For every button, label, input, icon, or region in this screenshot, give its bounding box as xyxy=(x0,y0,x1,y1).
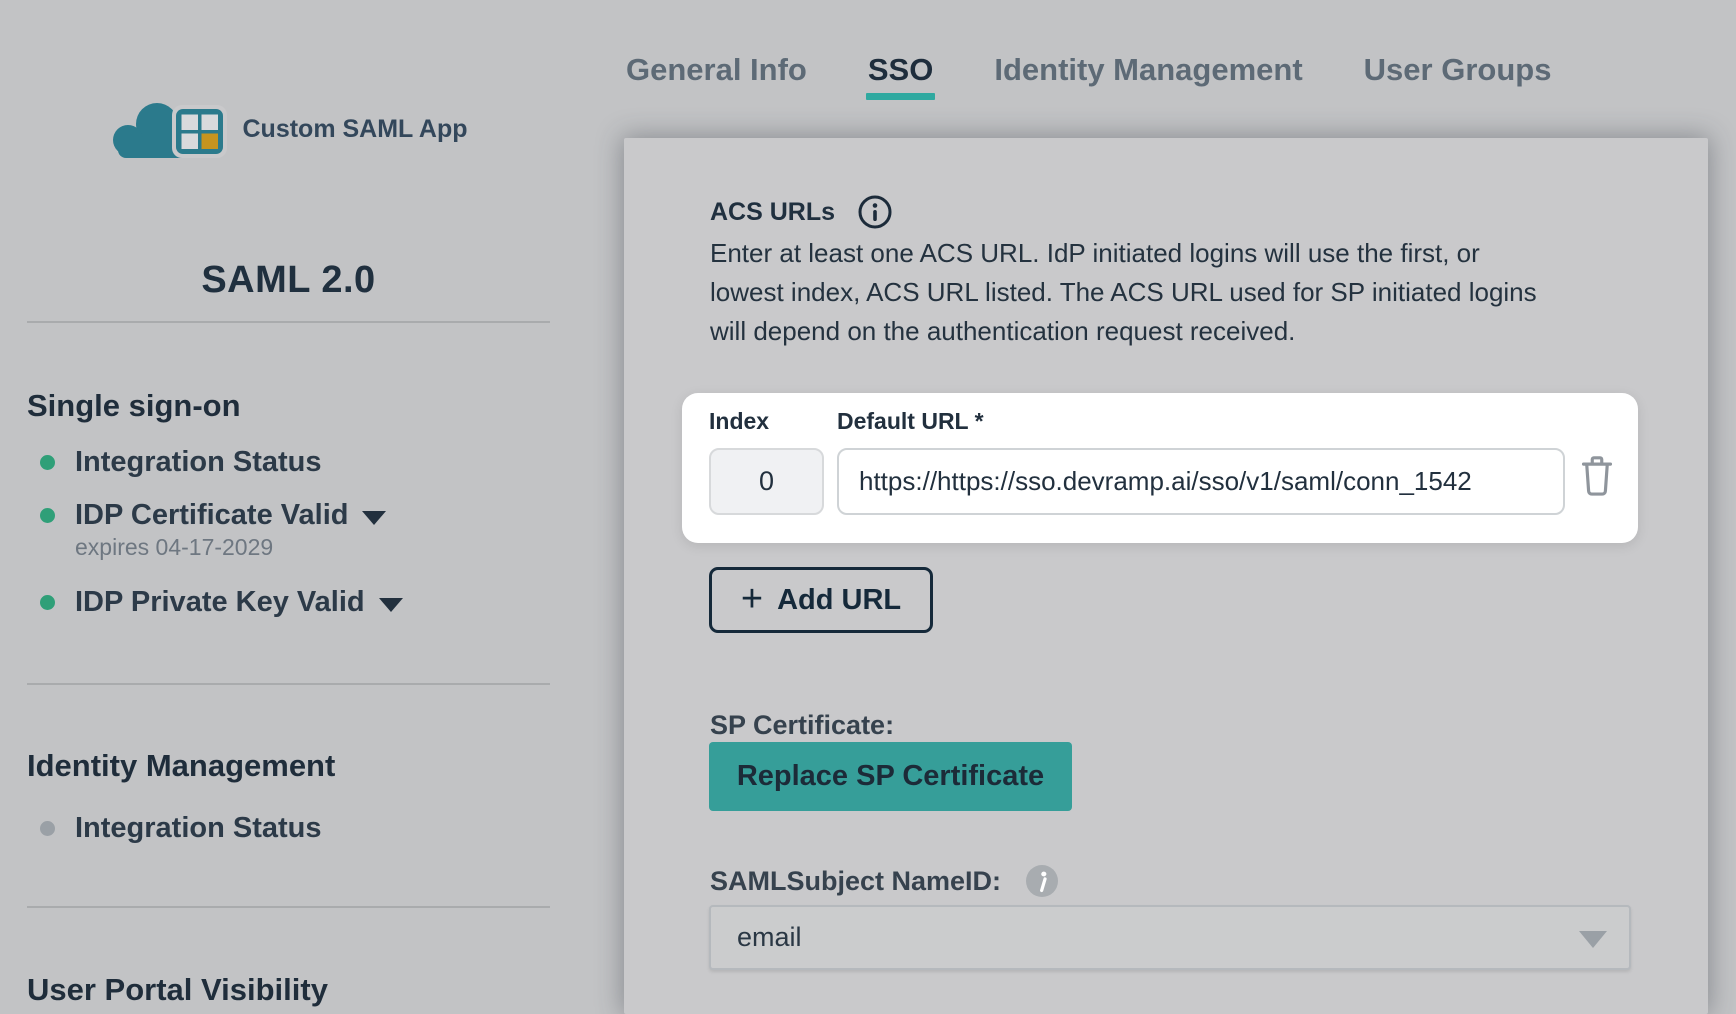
acs-url-row-card: Index Default URL * xyxy=(682,393,1638,543)
replace-sp-certificate-button[interactable]: Replace SP Certificate xyxy=(709,742,1072,811)
default-url-input[interactable] xyxy=(837,448,1565,515)
sidebar-item-integration-status-identity[interactable]: Integration Status xyxy=(27,812,322,845)
trash-icon xyxy=(1578,453,1616,499)
sidebar-item-label: IDP Certificate Valid xyxy=(75,499,348,532)
status-dot-gray-icon xyxy=(40,821,55,836)
caret-down-icon xyxy=(1579,931,1607,948)
caret-down-icon[interactable] xyxy=(379,598,403,612)
sidebar-heading-user-portal-visibility: User Portal Visibility xyxy=(27,972,328,1008)
tab-sso[interactable]: SSO xyxy=(868,52,933,88)
app-name-label: Custom SAML App xyxy=(243,115,468,144)
saml-subject-nameid-label: SAMLSubject NameID: xyxy=(710,866,1001,897)
sp-certificate-label: SP Certificate: xyxy=(710,710,894,741)
status-dot-green-icon xyxy=(40,595,55,610)
acs-urls-label: ACS URLs xyxy=(710,198,835,227)
default-url-label: Default URL * xyxy=(837,408,984,435)
description-line: lowest index, ACS URL listed. The ACS UR… xyxy=(710,273,1537,312)
app-sidebar: Custom SAML App SAML 2.0 Single sign-on … xyxy=(27,0,550,1014)
app-tabs: General Info SSO Identity Management Use… xyxy=(626,52,1551,88)
tab-identity-management-label: Identity Management xyxy=(994,52,1302,87)
description-line: Enter at least one ACS URL. IdP initiate… xyxy=(710,234,1537,273)
saml-subject-nameid-select[interactable]: email xyxy=(709,905,1631,970)
description-line: will depend on the authentication reques… xyxy=(710,312,1537,351)
sidebar-divider xyxy=(27,683,550,685)
add-url-button-label: Add URL xyxy=(777,584,901,617)
status-dot-green-icon xyxy=(40,508,55,523)
sidebar-heading-identity-management: Identity Management xyxy=(27,748,335,784)
acs-urls-description: Enter at least one ACS URL. IdP initiate… xyxy=(710,234,1537,351)
certificate-expiry-text: expires 04-17-2029 xyxy=(75,534,273,561)
sidebar-divider xyxy=(27,321,550,323)
saml-subject-nameid-header: SAMLSubject NameID: xyxy=(710,864,1059,898)
index-label: Index xyxy=(709,408,769,435)
tab-general-info-label: General Info xyxy=(626,52,807,87)
cloud-app-logo-icon xyxy=(110,100,234,158)
tab-general-info[interactable]: General Info xyxy=(626,52,807,88)
sso-settings-panel: ACS URLs Enter at least one ACS URL. IdP… xyxy=(624,138,1708,1014)
sidebar-item-idp-private-key-valid[interactable]: IDP Private Key Valid xyxy=(27,586,403,619)
sidebar-item-label: Integration Status xyxy=(75,446,322,479)
index-input[interactable] xyxy=(709,448,824,515)
add-url-button[interactable]: + Add URL xyxy=(709,567,933,633)
sidebar-divider xyxy=(27,906,550,908)
tab-sso-label: SSO xyxy=(868,52,933,87)
app-logo-row: Custom SAML App xyxy=(27,100,550,158)
sidebar-heading-single-sign-on: Single sign-on xyxy=(27,388,241,424)
status-dot-green-icon xyxy=(40,455,55,470)
plus-icon: + xyxy=(741,584,763,614)
caret-down-icon[interactable] xyxy=(362,511,386,525)
sidebar-item-idp-certificate-valid[interactable]: IDP Certificate Valid xyxy=(27,499,386,532)
sidebar-item-label: IDP Private Key Valid xyxy=(75,586,365,619)
sidebar-item-label: Integration Status xyxy=(75,812,322,845)
info-filled-icon[interactable] xyxy=(1025,864,1059,898)
tab-user-groups-label: User Groups xyxy=(1364,52,1552,87)
active-tab-underline xyxy=(866,93,935,100)
info-icon[interactable] xyxy=(857,194,893,230)
nameid-selected-value: email xyxy=(737,922,802,953)
acs-urls-header: ACS URLs xyxy=(710,194,893,230)
protocol-title: SAML 2.0 xyxy=(27,259,550,302)
delete-url-button[interactable] xyxy=(1578,453,1616,499)
sidebar-item-integration-status[interactable]: Integration Status xyxy=(27,446,322,479)
tab-user-groups[interactable]: User Groups xyxy=(1364,52,1552,88)
tab-identity-management[interactable]: Identity Management xyxy=(994,52,1302,88)
